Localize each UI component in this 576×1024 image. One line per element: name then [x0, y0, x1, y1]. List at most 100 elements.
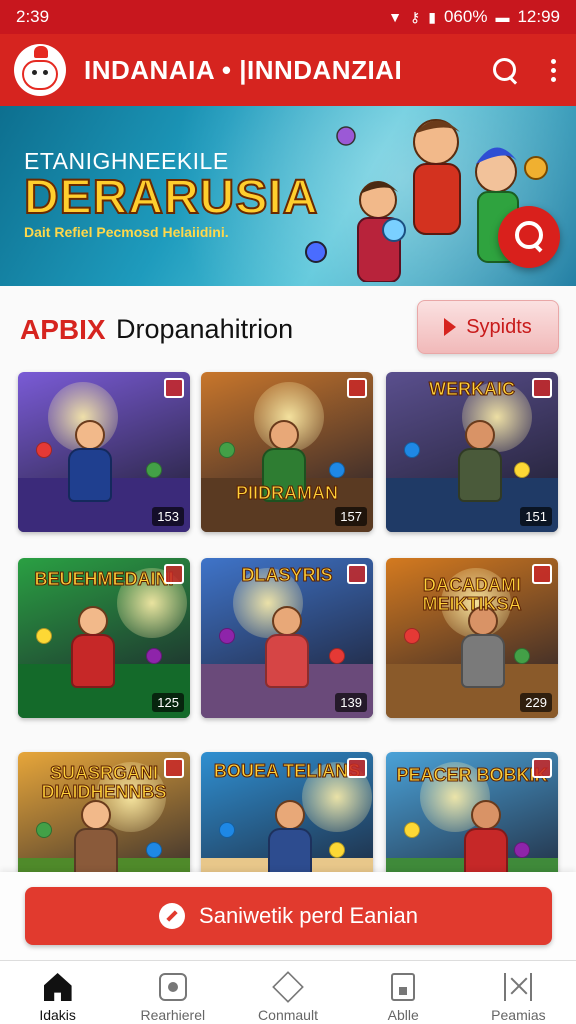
status-bar: 2:39 ▼ ⚷ ▮ 060% ▬ 12:99: [0, 0, 576, 34]
wifi-icon: ▼: [388, 9, 402, 25]
battery-icon: ▬: [495, 9, 510, 25]
orb-decoration: [146, 842, 162, 858]
character-illustration: [74, 800, 118, 882]
gift-badge-icon: [164, 564, 184, 584]
orb-decoration: [514, 648, 530, 664]
orb-decoration: [36, 628, 52, 644]
orb-decoration: [329, 842, 345, 858]
game-card-count: 139: [335, 693, 367, 712]
game-card-title: SUASRGANI DIAIDHENNBS: [41, 763, 167, 802]
game-card[interactable]: SUASRGANI DIAIDHENNBS: [18, 752, 190, 888]
gift-badge-icon: [347, 758, 367, 778]
section-header: APBIX Dropanahitrion Sypidts: [0, 286, 576, 368]
game-card-title: BEUEHMEDAINI: [34, 569, 174, 589]
game-card[interactable]: WERKAIC 151: [386, 372, 558, 532]
document-icon: [391, 973, 416, 1001]
search-icon[interactable]: [491, 56, 519, 84]
game-grid: 153 PIIDRAMAN 157 WERKAIC 151 BEUEHMEDAINI 125…: [0, 368, 576, 888]
orb-decoration: [514, 842, 530, 858]
game-card-title: PEACER BOBKIK: [396, 765, 548, 785]
nav-label: Conmault: [258, 1007, 318, 1023]
orb-decoration: [219, 822, 235, 838]
app-title: INDANAIA • |INNDANZIAI: [84, 54, 403, 85]
nav-item-4[interactable]: Ablle: [346, 961, 461, 1024]
home-icon: [43, 973, 72, 1001]
status-clock: 12:99: [517, 7, 560, 26]
gift-badge-icon: [532, 758, 552, 778]
nav-label: Ablle: [387, 1007, 419, 1023]
character-illustration: [464, 800, 508, 882]
hero-banner[interactable]: ETANIGHNEEKILE DERARUSIA Dait Refiel Pec…: [0, 106, 576, 286]
orb-decoration: [329, 648, 345, 664]
primary-cta-button[interactable]: Saniwetik perd Eanian: [25, 887, 552, 945]
bottom-nav: Idakis Rearhierel Conmault Ablle Peamias: [0, 960, 576, 1024]
game-card-title: PIIDRAMAN: [236, 483, 339, 503]
nav-item-3[interactable]: Conmault: [230, 961, 345, 1024]
status-time: 2:39: [16, 7, 50, 26]
section-action-button[interactable]: Sypidts: [417, 300, 559, 354]
game-card[interactable]: BOUEA TELIANS: [201, 752, 373, 888]
record-icon: [158, 973, 187, 1001]
orb-decoration: [146, 648, 162, 664]
character-illustration: [458, 420, 502, 502]
orb-decoration: [404, 822, 420, 838]
gift-badge-icon: [532, 564, 552, 584]
character-illustration: [68, 420, 112, 502]
gift-badge-icon: [532, 378, 552, 398]
gift-badge-icon: [347, 378, 367, 398]
orb-decoration: [146, 462, 162, 478]
orb-decoration: [329, 462, 345, 478]
orb-decoration: [219, 628, 235, 644]
game-card[interactable]: BEUEHMEDAINI 125: [18, 558, 190, 718]
gift-badge-icon: [347, 564, 367, 584]
pencil-icon: [159, 903, 186, 929]
section-brand: APBIX: [20, 314, 106, 345]
game-card-title: DLASYRIS: [241, 565, 333, 585]
nav-item-1[interactable]: Idakis: [0, 961, 115, 1024]
game-card[interactable]: DACADAMI MEIKTIKSA 229: [386, 558, 558, 718]
game-card[interactable]: PEACER BOBKIK: [386, 752, 558, 888]
orb-decoration: [404, 628, 420, 644]
floating-search-button[interactable]: [498, 206, 560, 268]
character-illustration: [268, 800, 312, 882]
orb-decoration: [514, 462, 530, 478]
nav-label: Peamias: [491, 1007, 546, 1023]
gift-badge-icon: [164, 758, 184, 778]
game-card-count: 153: [152, 507, 184, 526]
game-card-count: 151: [520, 507, 552, 526]
section-title: Dropanahitrion: [116, 314, 294, 344]
app-header: INDANAIA • |INNDANZIAI: [0, 34, 576, 106]
character-illustration: [71, 606, 115, 688]
orb-decoration: [219, 442, 235, 458]
game-card[interactable]: 153: [18, 372, 190, 532]
game-card[interactable]: DLASYRIS 139: [201, 558, 373, 718]
key-icon: ⚷: [409, 8, 421, 25]
cta-label: Saniwetik perd Eanian: [199, 903, 418, 928]
ribbon-icon: [504, 973, 533, 1001]
game-card-title: BOUEA TELIANS: [213, 761, 361, 781]
game-card-count: 229: [520, 693, 552, 712]
header-actions: [491, 56, 562, 84]
more-options-icon[interactable]: [545, 57, 562, 84]
orb-decoration: [36, 442, 52, 458]
app-logo[interactable]: [14, 44, 66, 96]
character-illustration: [461, 606, 505, 688]
hero-title: DERARUSIA: [23, 170, 319, 225]
game-card-title: DACADAMI MEIKTIKSA: [422, 575, 522, 614]
game-card-title: WERKAIC: [429, 379, 516, 399]
signal-icon: ▮: [428, 8, 436, 25]
nav-label: Rearhierel: [140, 1007, 206, 1023]
nav-label: Idakis: [39, 1007, 76, 1023]
play-icon: [444, 318, 457, 336]
hero-subtitle: Dait Refiel Pecmosd Helaiidini.: [24, 224, 229, 240]
game-card-count: 125: [152, 693, 184, 712]
nav-item-5[interactable]: Peamias: [461, 961, 576, 1024]
battery-percent: 060%: [443, 7, 488, 26]
nav-item-2[interactable]: Rearhierel: [115, 961, 230, 1024]
gift-badge-icon: [164, 378, 184, 398]
game-card[interactable]: PIIDRAMAN 157: [201, 372, 373, 532]
cta-bar: Saniwetik perd Eanian: [0, 872, 576, 960]
section-action-label: Sypidts: [466, 315, 532, 338]
orb-decoration: [36, 822, 52, 838]
character-illustration: [265, 606, 309, 688]
